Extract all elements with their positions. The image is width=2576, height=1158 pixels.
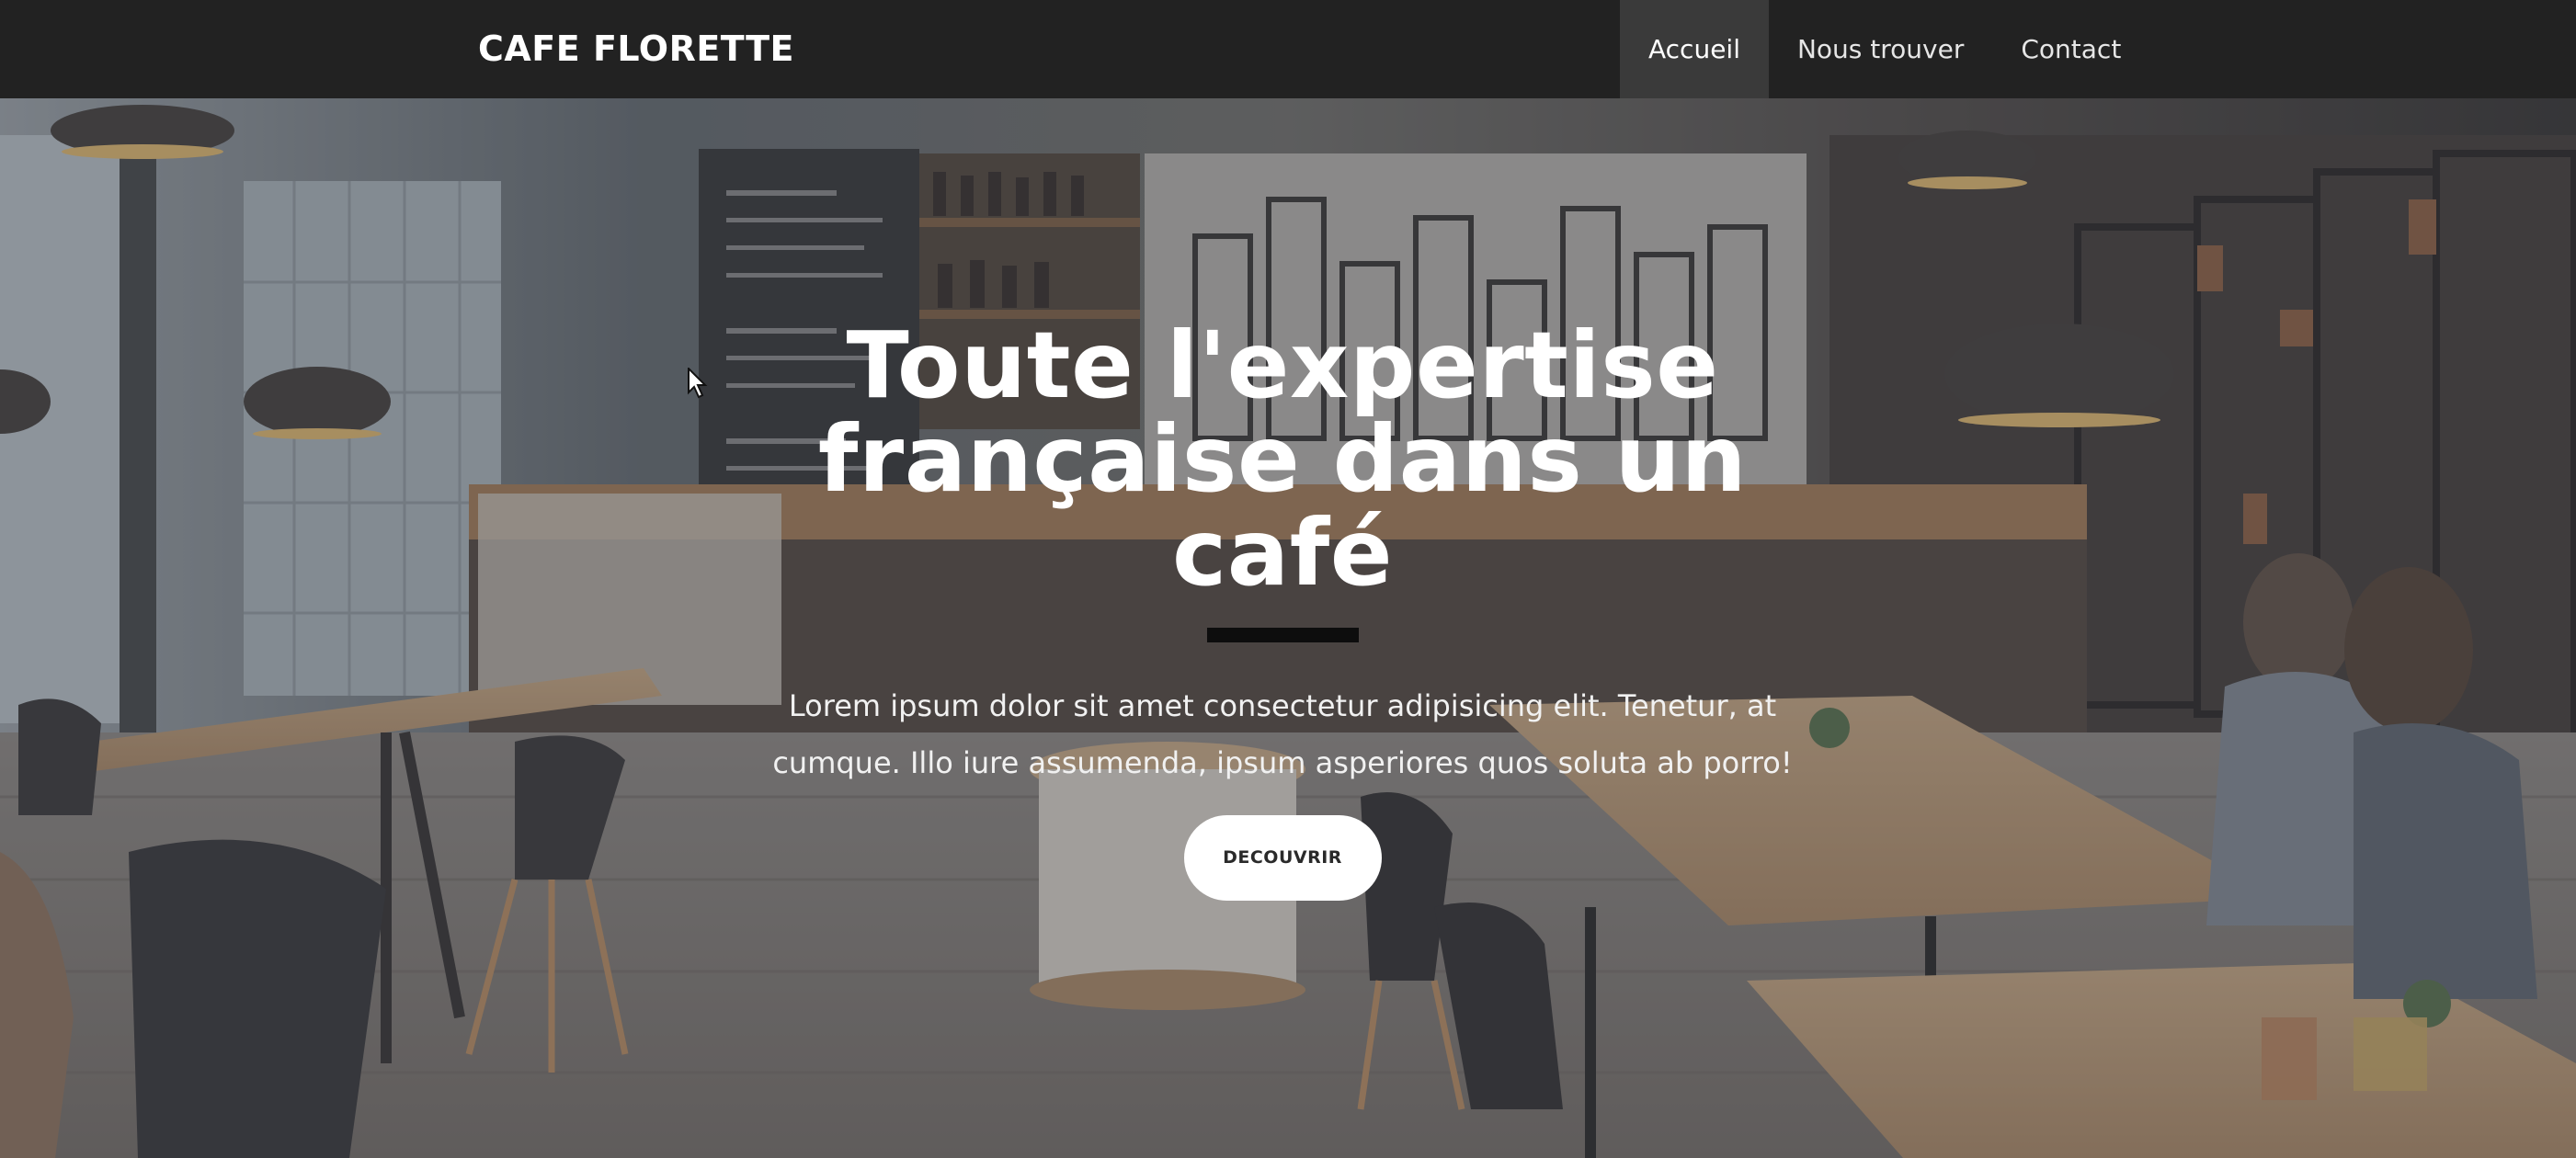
hero-description: Lorem ipsum dolor sit amet consectetur a… — [699, 677, 1866, 791]
brand-logo[interactable]: CAFE FLORETTE — [478, 0, 794, 98]
hero-title: Toute l'expertise française dans un café — [699, 319, 1866, 600]
nav-links: Accueil Nous trouver Contact — [1620, 0, 2149, 98]
hero-description-line-2: cumque. Illo iure assumenda, ipsum asper… — [772, 745, 1793, 780]
hero-title-line-2: française dans un café — [817, 405, 1748, 607]
mouse-cursor-icon — [688, 368, 708, 399]
hero-divider — [1206, 628, 1359, 642]
hero-title-line-1: Toute l'expertise — [846, 312, 1719, 419]
page: CAFE FLORETTE Accueil Nous trouver Conta… — [0, 0, 2576, 1158]
hero-section: Toute l'expertise française dans un café… — [0, 98, 2576, 1158]
hero-content: Toute l'expertise française dans un café… — [699, 319, 1866, 901]
nav-link-nous-trouver[interactable]: Nous trouver — [1769, 0, 1992, 98]
discover-button[interactable]: DECOUVRIR — [1183, 815, 1382, 901]
navbar: CAFE FLORETTE Accueil Nous trouver Conta… — [0, 0, 2576, 98]
nav-link-contact[interactable]: Contact — [1992, 0, 2149, 98]
nav-link-accueil[interactable]: Accueil — [1620, 0, 1769, 98]
hero-description-line-1: Lorem ipsum dolor sit amet consectetur a… — [788, 688, 1777, 723]
